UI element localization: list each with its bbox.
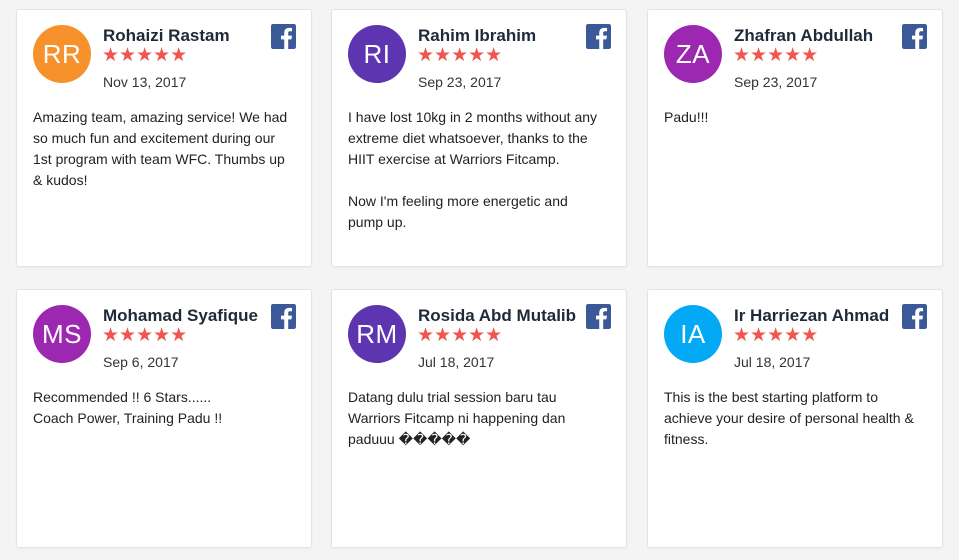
facebook-icon[interactable] <box>586 24 611 49</box>
facebook-icon[interactable] <box>902 304 927 329</box>
review-text: Amazing team, amazing service! We had so… <box>33 109 288 188</box>
avatar: RR <box>33 25 91 83</box>
reviewer-name[interactable]: Zhafran Abdullah <box>734 26 873 46</box>
reviews-grid: RR Rohaizi Rastam ★★★★★ Nov 13, 2017 Ama… <box>0 0 959 560</box>
review-card: RM Rosida Abd Mutalib ★★★★★ Jul 18, 2017… <box>331 289 627 548</box>
star-rating: ★★★★★ <box>417 45 503 66</box>
review-card: MS Mohamad Syafique ★★★★★ Sep 6, 2017 Re… <box>16 289 312 548</box>
review-date: Sep 23, 2017 <box>734 74 818 90</box>
avatar: RI <box>348 25 406 83</box>
review-card: ZA Zhafran Abdullah ★★★★★ Sep 23, 2017 P… <box>647 9 943 267</box>
reviewer-name[interactable]: Ir Harriezan Ahmad <box>734 306 889 326</box>
facebook-icon[interactable] <box>586 304 611 329</box>
reviewer-name[interactable]: Mohamad Syafique <box>103 306 258 326</box>
star-rating: ★★★★★ <box>733 45 819 66</box>
star-rating: ★★★★★ <box>417 325 503 346</box>
avatar: RM <box>348 305 406 363</box>
review-date: Jul 18, 2017 <box>734 354 811 370</box>
facebook-icon[interactable] <box>271 24 296 49</box>
facebook-icon[interactable] <box>271 304 296 329</box>
review-date: Jul 18, 2017 <box>418 354 495 370</box>
review-date: Sep 6, 2017 <box>103 354 179 370</box>
review-card: RI Rahim Ibrahim ★★★★★ Sep 23, 2017 I ha… <box>331 9 627 267</box>
review-text: Padu!!! <box>664 109 709 125</box>
avatar: ZA <box>664 25 722 83</box>
avatar: IA <box>664 305 722 363</box>
review-date: Nov 13, 2017 <box>103 74 187 90</box>
star-rating: ★★★★★ <box>102 325 188 346</box>
review-card: IA Ir Harriezan Ahmad ★★★★★ Jul 18, 2017… <box>647 289 943 548</box>
review-text: Recommended !! 6 Stars...... Coach Power… <box>33 389 223 426</box>
facebook-icon[interactable] <box>902 24 927 49</box>
review-card: RR Rohaizi Rastam ★★★★★ Nov 13, 2017 Ama… <box>16 9 312 267</box>
star-rating: ★★★★★ <box>102 45 188 66</box>
review-text: I have lost 10kg in 2 months without any… <box>348 109 598 230</box>
reviewer-name[interactable]: Rosida Abd Mutalib <box>418 306 576 326</box>
review-text: Datang dulu trial session baru tau Warri… <box>348 389 566 447</box>
star-rating: ★★★★★ <box>733 325 819 346</box>
reviewer-name[interactable]: Rohaizi Rastam <box>103 26 230 46</box>
review-date: Sep 23, 2017 <box>418 74 502 90</box>
reviewer-name[interactable]: Rahim Ibrahim <box>418 26 536 46</box>
review-text: This is the best starting platform to ac… <box>664 389 914 447</box>
avatar: MS <box>33 305 91 363</box>
